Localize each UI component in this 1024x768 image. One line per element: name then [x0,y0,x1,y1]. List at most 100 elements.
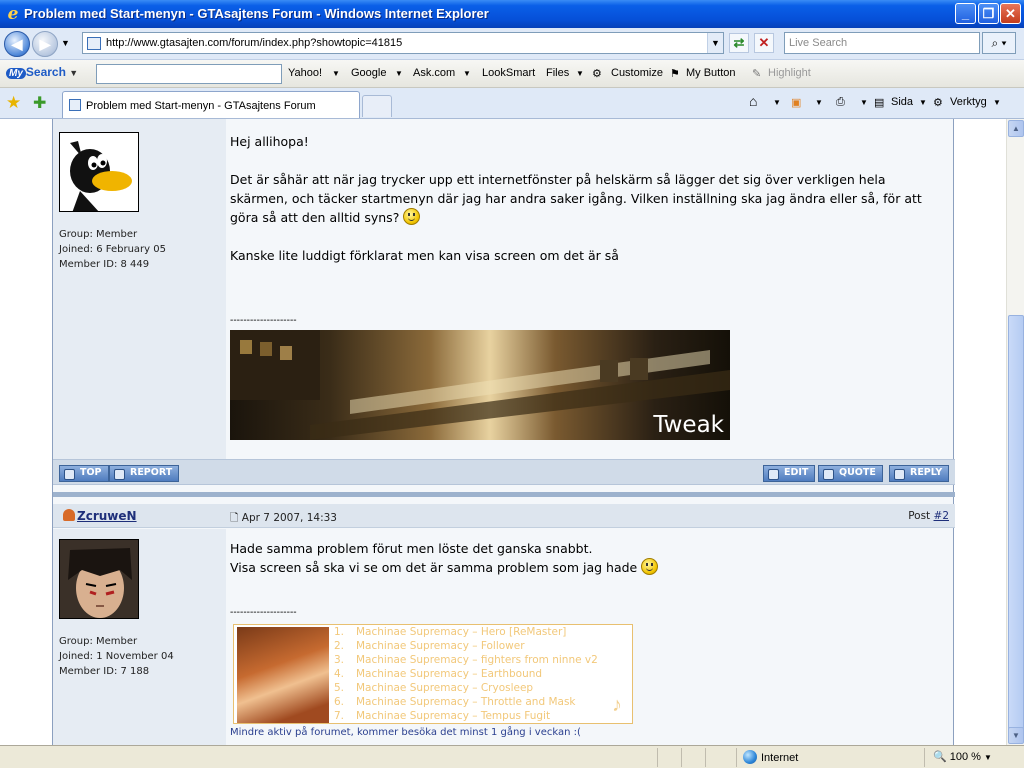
add-favorites-icon[interactable]: ✚ [33,93,46,113]
top-button[interactable]: TOP [59,465,109,482]
vertical-scrollbar[interactable]: ▲ ▼ [1006,119,1024,745]
post2-avatar [59,539,139,619]
page-menu-icon: ▤ [874,97,885,109]
tab-active[interactable]: Problem med Start-menyn - GTAsajtens For… [62,91,360,118]
post1-signature-image: Tweak [230,330,730,440]
zone-indicator: Internet [736,748,922,767]
toolbar-item-files[interactable]: Files [546,67,569,79]
post2-joined: Joined: 1 November 04 [59,651,174,662]
print-icon[interactable]: ⎙ [836,96,845,109]
post1-button-bar: TOP REPORT EDIT QUOTE REPLY [53,459,955,485]
tools-dropdown-icon[interactable]: ▼ [993,98,1001,107]
post2-number-link[interactable]: #2 [934,510,949,522]
address-dropdown-icon[interactable]: ▼ [707,33,723,53]
yahoo-dropdown-icon[interactable]: ▼ [332,69,340,78]
smiley-icon [641,558,659,575]
reply-button[interactable]: REPLY [889,465,950,482]
post2-group: Group: Member [59,636,138,647]
signature-tweak-text: Tweak [653,412,724,438]
toolbar-item-yahoo[interactable]: Yahoo! [288,67,322,79]
post1-joined: Joined: 6 February 05 [59,244,166,255]
address-field[interactable]: http://www.gtasajten.com/forum/index.php… [82,32,724,54]
button-icon: ⚑ [670,68,680,80]
forum-container: Group: Member Joined: 6 February 05 Memb… [52,119,955,745]
globe-icon [743,750,757,764]
toolbar-item-customize[interactable]: Customize [611,67,663,79]
mysearch-logo[interactable]: My Search ▼ [6,65,78,79]
home-icon[interactable]: ⌂ [749,93,757,109]
zone-label: Internet [761,752,799,764]
forward-button[interactable]: ▶ [32,31,58,57]
post2-header: ZcruweN 🗋 Apr 7 2007, 14:33 Post #2 [53,504,955,528]
history-dropdown-icon[interactable]: ▼ [61,38,70,48]
post1-avatar [59,132,139,212]
toolbar-item-highlight[interactable]: Highlight [768,67,811,79]
playlist-item: 1. Machinae Supremacy – Hero [ReMaster] [334,626,567,638]
toolbar-item-mybutton[interactable]: My Button [686,67,736,79]
zoom-control[interactable]: 🔍 100 % ▼ [924,748,1022,767]
google-dropdown-icon[interactable]: ▼ [395,69,403,78]
home-dropdown-icon[interactable]: ▼ [773,98,781,107]
live-search-input[interactable]: Live Search [784,32,980,54]
page-menu[interactable]: Sida [891,96,913,108]
toolbar-search-input[interactable] [96,64,282,84]
page-icon [87,37,101,50]
playlist-item: 6. Machinae Supremacy – Throttle and Mask [334,696,576,708]
edit-button[interactable]: EDIT [763,465,816,482]
search-icon[interactable]: ⌕ ▾ [982,32,1016,54]
feeds-icon[interactable]: ▣ [791,96,801,109]
tools-menu[interactable]: Verktyg [950,96,987,108]
post1-member-id: Member ID: 8 449 [59,259,150,270]
zoom-level: 100 % [949,751,981,763]
toolbar-item-google[interactable]: Google [351,67,386,79]
post2-line-2: Visa screen så ska vi se om det är samma… [230,560,638,575]
page-dropdown-icon[interactable]: ▼ [919,98,927,107]
post2-line-1: Hade samma problem förut men löste det g… [230,541,593,556]
user-icon [63,509,75,521]
tab-page-icon [69,99,81,111]
playlist-item: 5. Machinae Supremacy – Cryosleep [334,682,534,694]
page-viewport: Group: Member Joined: 6 February 05 Memb… [0,119,1006,745]
new-tab-button[interactable] [362,95,392,117]
playlist-item: 4. Machinae Supremacy – Earthbound [334,668,543,680]
post2-username-link[interactable]: ZcruweN [63,509,137,523]
report-button[interactable]: REPORT [109,465,180,482]
stop-icon[interactable]: ✕ [754,33,774,53]
highlight-icon: ✎ [752,68,762,80]
refresh-icon[interactable]: ⇄ [729,33,749,53]
status-bar: Internet 🔍 100 % ▼ [0,745,1024,768]
playlist-list: 1. Machinae Supremacy – Hero [ReMaster] 2… [334,625,598,723]
maximize-button[interactable]: ❐ [978,3,999,24]
scroll-down-arrow[interactable]: ▼ [1008,727,1024,744]
playlist-item: 7. Machinae Supremacy – Tempus Fugit [334,710,551,722]
zoom-icon: 🔍 [933,751,947,763]
close-button[interactable]: ✕ [1000,3,1021,24]
print-dropdown-icon[interactable]: ▼ [860,98,868,107]
post2-signature-playlist: 1. Machinae Supremacy – Hero [ReMaster] 2… [233,624,633,724]
gear-icon: ⚙ [592,68,602,80]
scroll-thumb[interactable] [1008,315,1024,743]
post1-user-info: Group: Member Joined: 6 February 05 Memb… [59,227,166,272]
post1-body: Hej allihopa! Det är såhär att när jag t… [230,132,945,265]
post2-member-id: Member ID: 7 188 [59,666,150,677]
feeds-dropdown-icon[interactable]: ▼ [815,98,823,107]
tab-label: Problem med Start-menyn - GTAsajtens For… [86,100,316,112]
zoom-dropdown-icon[interactable]: ▼ [984,753,992,762]
signature-anime-image [237,627,329,723]
post-separator [53,492,955,497]
post2-signature-divider: -------------------- [230,607,297,618]
files-dropdown-icon[interactable]: ▼ [576,69,584,78]
music-note-icon: ♪ [612,694,622,716]
tab-bar: ★ ✚ Problem med Start-menyn - GTAsajtens… [0,88,1024,119]
minimize-button[interactable]: _ [955,3,976,24]
window-title: Problem med Start-menyn - GTAsajtens For… [24,6,489,21]
favorites-star-icon[interactable]: ★ [6,93,21,113]
toolbar-item-looksmart[interactable]: LookSmart [482,67,535,79]
scroll-up-arrow[interactable]: ▲ [1008,120,1024,137]
toolbar-item-ask[interactable]: Ask.com [413,67,455,79]
post1-paragraph-2: Kanske lite luddigt förklarat men kan vi… [230,248,619,263]
quote-button[interactable]: QUOTE [818,465,883,482]
ie-logo-icon: e [7,4,19,24]
ask-dropdown-icon[interactable]: ▼ [463,69,471,78]
back-button[interactable]: ◀ [4,31,30,57]
